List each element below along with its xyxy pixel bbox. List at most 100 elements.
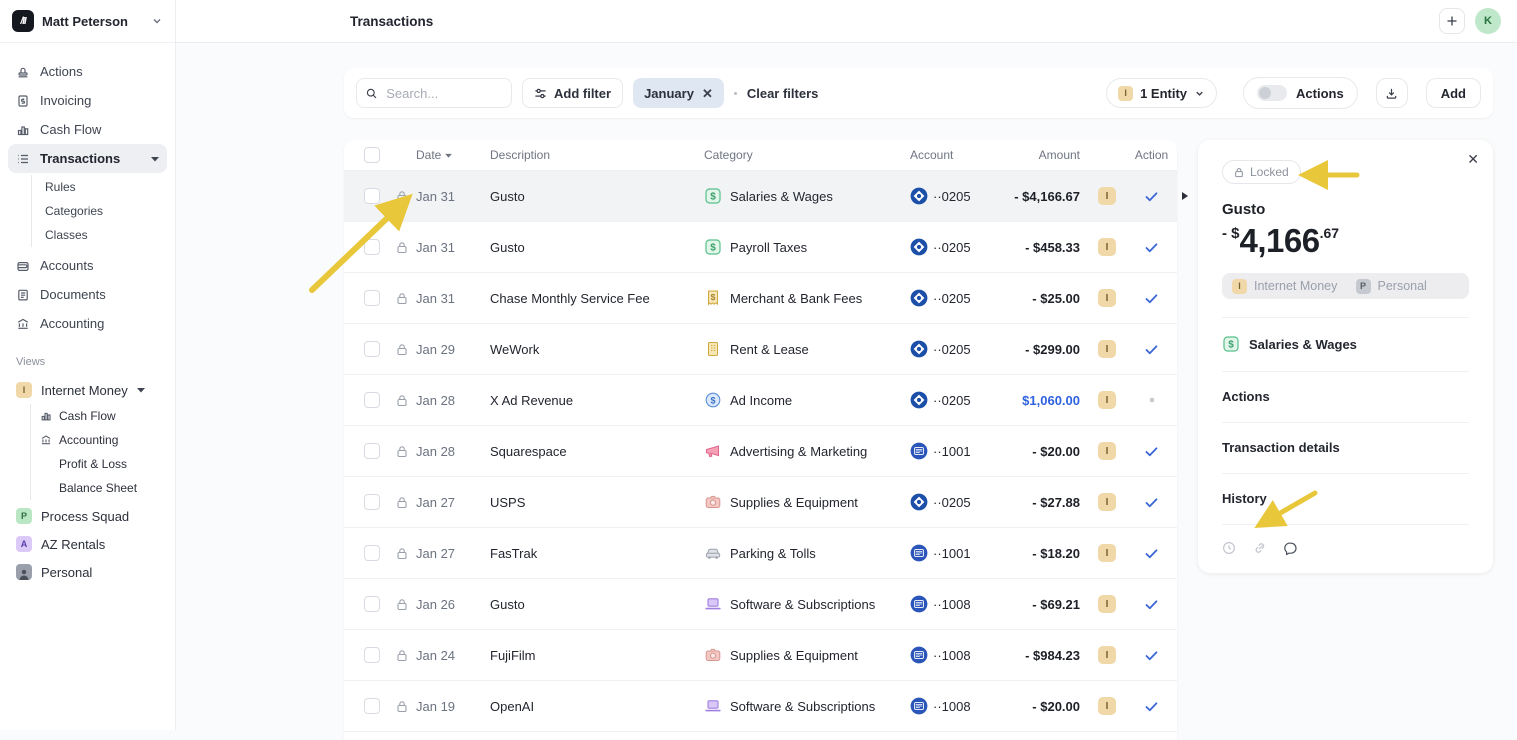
row-checkbox[interactable] <box>364 392 380 408</box>
row-amount: - $299.00 <box>984 342 1088 357</box>
column-header-account[interactable]: Account <box>886 148 984 162</box>
row-description: USPS <box>490 495 690 510</box>
row-action[interactable] <box>1126 546 1177 561</box>
view-label: Internet Money <box>41 383 128 398</box>
row-action[interactable] <box>1126 240 1177 255</box>
row-action[interactable] <box>1126 189 1177 204</box>
salary-icon: $ <box>704 187 722 205</box>
sidebar-item-classes[interactable]: Classes <box>45 223 167 247</box>
sidebar-view-personal[interactable]: Personal <box>8 558 167 586</box>
sidebar-item-rules[interactable]: Rules <box>45 175 167 199</box>
table-row[interactable]: Jan 28SquarespaceAdvertising & Marketing… <box>344 426 1177 477</box>
transaction-detail-panel: ✕ Locked Gusto - $4,166.67 I Internet Mo… <box>1198 140 1493 573</box>
row-action[interactable] <box>1126 597 1177 612</box>
add-transaction-button[interactable]: Add <box>1426 78 1481 108</box>
table-row[interactable]: Jan 24FujiFilmSupplies & Equipment··1008… <box>344 630 1177 681</box>
row-action[interactable] <box>1126 648 1177 663</box>
table-row[interactable]: Jan 29WeWorkRent & Lease··0205- $299.00I <box>344 324 1177 375</box>
sidebar-item-documents[interactable]: Documents <box>8 280 167 309</box>
row-checkbox[interactable] <box>364 443 380 459</box>
sidebar-view-az-rentals[interactable]: A AZ Rentals <box>8 530 167 558</box>
row-account: ··1001 <box>933 444 971 459</box>
workspace-switcher[interactable]: /II Matt Peterson <box>0 0 175 43</box>
panel-expander-icon[interactable] <box>1181 191 1189 201</box>
remove-filter-icon[interactable]: ✕ <box>702 87 713 100</box>
row-action[interactable] <box>1126 495 1177 510</box>
entity-badge-i: I <box>1098 238 1116 256</box>
sidebar-item-view-cash-flow[interactable]: Cash Flow <box>40 404 175 428</box>
actions-toggle[interactable] <box>1257 85 1287 101</box>
table-row[interactable]: Jan 31Chase Monthly Service Fee$Merchant… <box>344 273 1177 324</box>
sidebar-view-internet-money[interactable]: I Internet Money <box>8 376 167 404</box>
panel-section-actions[interactable]: Actions <box>1222 371 1469 404</box>
table-row[interactable]: Jan 31Gusto$Salaries & Wages··0205- $4,1… <box>344 171 1177 222</box>
table-row[interactable]: Jan 19OpenAISoftware & Subscriptions··10… <box>344 681 1177 732</box>
row-checkbox[interactable] <box>364 290 380 306</box>
column-header-description[interactable]: Description <box>490 148 690 162</box>
sidebar-item-accounting[interactable]: Accounting <box>8 309 167 338</box>
column-header-action[interactable]: Action <box>1126 148 1177 162</box>
table-row[interactable]: Jan 27FasTrakParking & Tolls··1001- $18.… <box>344 528 1177 579</box>
entity-segmented-control: I Internet Money P Personal <box>1222 273 1469 299</box>
sidebar-item-accounts[interactable]: Accounts <box>8 251 167 280</box>
bar-chart-icon <box>16 123 30 137</box>
row-checkbox[interactable] <box>364 239 380 255</box>
comment-icon[interactable] <box>1284 541 1298 555</box>
filter-chip-january[interactable]: January ✕ <box>633 78 724 108</box>
actions-toggle-group[interactable]: Actions <box>1243 77 1358 109</box>
close-panel-icon[interactable]: ✕ <box>1467 152 1479 166</box>
sidebar-item-categories[interactable]: Categories <box>45 199 167 223</box>
clear-filters-button[interactable]: Clear filters <box>747 86 819 101</box>
column-header-date[interactable]: Date <box>416 148 490 162</box>
row-action[interactable] <box>1126 342 1177 357</box>
row-action[interactable] <box>1126 291 1177 306</box>
clock-icon[interactable] <box>1222 541 1236 555</box>
row-checkbox[interactable] <box>364 596 380 612</box>
row-checkbox[interactable] <box>364 647 380 663</box>
row-checkbox[interactable] <box>364 188 380 204</box>
export-button[interactable] <box>1376 78 1408 108</box>
sidebar-item-invoicing[interactable]: Invoicing <box>8 86 167 115</box>
row-action[interactable] <box>1126 398 1177 402</box>
panel-category-row[interactable]: $ Salaries & Wages <box>1222 317 1469 353</box>
panel-section-history[interactable]: History <box>1222 473 1469 506</box>
chase-bank-icon <box>910 391 928 409</box>
column-header-amount[interactable]: Amount <box>984 148 1088 162</box>
sidebar-item-cash-flow[interactable]: Cash Flow <box>8 115 167 144</box>
add-filter-button[interactable]: Add filter <box>522 78 623 108</box>
table-rows: Jan 31Gusto$Salaries & Wages··0205- $4,1… <box>344 171 1177 732</box>
sidebar-item-actions[interactable]: Actions <box>8 57 167 86</box>
sidebar-item-transactions[interactable]: Transactions <box>8 144 167 173</box>
chase-bank-icon <box>910 238 928 256</box>
entity-tab-personal[interactable]: P Personal <box>1346 279 1470 294</box>
entity-tab-internet-money[interactable]: I Internet Money <box>1222 279 1346 294</box>
select-all-checkbox[interactable] <box>364 147 380 163</box>
sidebar-view-process-squad[interactable]: P Process Squad <box>8 502 167 530</box>
panel-footer-icons <box>1222 524 1469 555</box>
link-icon[interactable] <box>1253 541 1267 555</box>
invoice-icon <box>16 94 30 108</box>
entity-selector[interactable]: I 1 Entity <box>1106 78 1217 108</box>
table-row[interactable]: Jan 28X Ad Revenue$Ad Income··0205$1,060… <box>344 375 1177 426</box>
table-row[interactable]: Jan 26GustoSoftware & Subscriptions··100… <box>344 579 1177 630</box>
row-checkbox[interactable] <box>364 494 380 510</box>
user-avatar[interactable]: K <box>1475 8 1501 34</box>
app-logo-icon: /II <box>12 10 34 32</box>
sidebar-item-view-accounting[interactable]: Accounting <box>40 428 175 452</box>
row-checkbox[interactable] <box>364 341 380 357</box>
panel-section-transaction-details[interactable]: Transaction details <box>1222 422 1469 455</box>
row-category: Supplies & Equipment <box>730 648 858 663</box>
row-checkbox[interactable] <box>364 698 380 714</box>
row-action[interactable] <box>1126 699 1177 714</box>
search-input[interactable] <box>384 85 502 102</box>
sidebar-item-profit-loss[interactable]: Profit & Loss <box>40 452 175 476</box>
search-input-wrapper[interactable] <box>356 78 512 108</box>
row-checkbox[interactable] <box>364 545 380 561</box>
table-row[interactable]: Jan 31Gusto$Payroll Taxes··0205- $458.33… <box>344 222 1177 273</box>
table-row[interactable]: Jan 27USPSSupplies & Equipment··0205- $2… <box>344 477 1177 528</box>
column-header-category[interactable]: Category <box>690 148 886 162</box>
amount-cents: .67 <box>1320 225 1339 241</box>
row-action[interactable] <box>1126 444 1177 459</box>
sidebar-item-balance-sheet[interactable]: Balance Sheet <box>40 476 175 500</box>
add-new-button[interactable] <box>1439 8 1465 34</box>
